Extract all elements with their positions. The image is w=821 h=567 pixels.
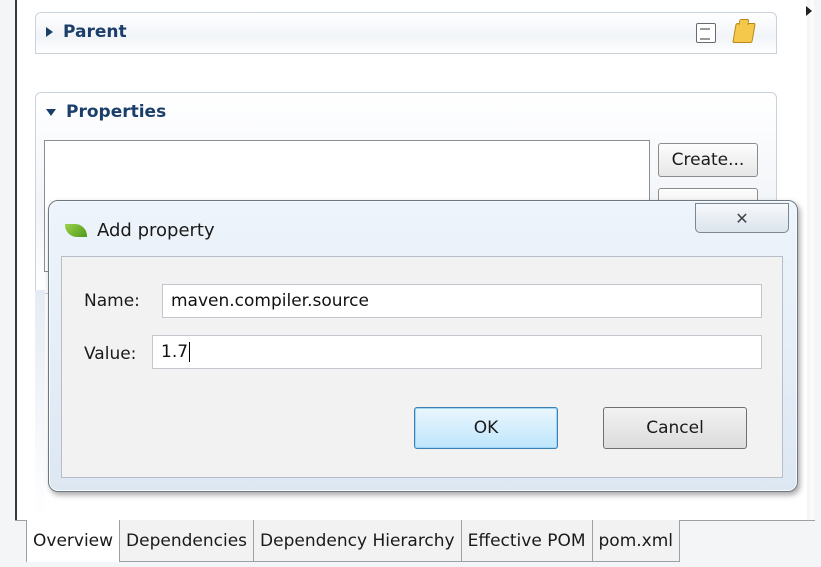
text-cursor: [189, 342, 191, 362]
value-label: Value:: [84, 344, 137, 364]
scroll-arrow-icon[interactable]: [806, 6, 812, 16]
properties-section-header[interactable]: Properties: [36, 93, 776, 131]
close-button[interactable]: ✕: [695, 203, 789, 233]
open-folder-icon[interactable]: [732, 23, 756, 43]
tab-dependencies[interactable]: Dependencies: [120, 520, 255, 562]
dialog-body: Name: maven.compiler.source Value: 1.7 O…: [61, 256, 783, 478]
editor-tabs: Overview Dependencies Dependency Hierarc…: [26, 520, 680, 562]
right-edge: [810, 0, 814, 520]
value-field[interactable]: 1.7: [152, 335, 762, 369]
parent-section-title: Parent: [63, 22, 127, 42]
expand-arrow-icon: [46, 27, 53, 37]
tab-effective-pom[interactable]: Effective POM: [461, 520, 593, 562]
section-edge: [35, 290, 45, 520]
collapse-arrow-icon: [46, 108, 56, 116]
value-value: 1.7: [161, 342, 189, 362]
parent-actions: [696, 23, 756, 43]
name-field[interactable]: maven.compiler.source: [162, 284, 762, 318]
spring-leaf-icon: [65, 223, 87, 237]
parent-section-header[interactable]: Parent: [36, 13, 776, 51]
name-label: Name:: [84, 291, 140, 311]
name-value: maven.compiler.source: [171, 291, 369, 311]
dialog-title-bar[interactable]: Add property: [65, 217, 215, 243]
tab-overview[interactable]: Overview: [26, 520, 121, 562]
pom-icon[interactable]: [696, 23, 716, 43]
tab-dependency-hierarchy[interactable]: Dependency Hierarchy: [254, 520, 462, 562]
add-property-dialog: Add property ✕ Name: maven.compiler.sour…: [48, 200, 798, 492]
dialog-title: Add property: [97, 219, 215, 241]
close-icon: ✕: [735, 208, 749, 228]
cancel-button[interactable]: Cancel: [603, 407, 747, 449]
ok-button[interactable]: OK: [414, 407, 558, 449]
properties-section-title: Properties: [66, 102, 167, 122]
tab-pom-xml[interactable]: pom.xml: [592, 520, 680, 562]
parent-section: Parent: [35, 12, 777, 54]
create-button[interactable]: Create...: [658, 143, 758, 177]
